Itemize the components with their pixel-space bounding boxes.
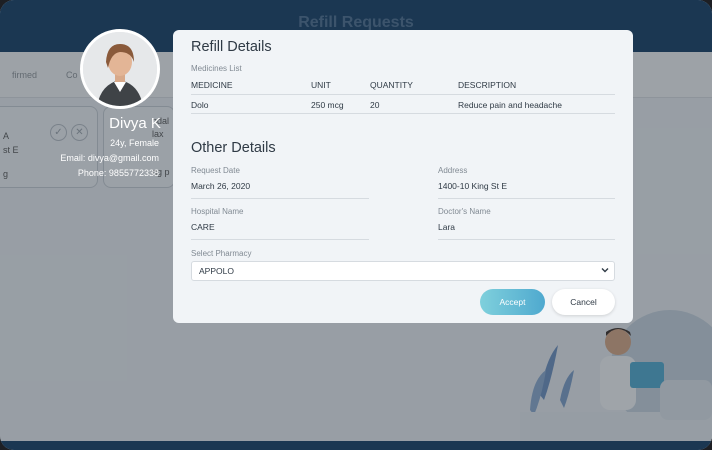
col-unit: UNIT: [311, 80, 331, 90]
patient-phone: Phone: 9855772338: [77, 168, 159, 178]
address-divider: [438, 198, 615, 199]
cell-medicine: Dolo: [191, 100, 209, 110]
hospital-divider: [191, 239, 369, 240]
col-quantity: QUANTITY: [370, 80, 413, 90]
doctor-divider: [438, 239, 615, 240]
request-date-divider: [191, 198, 369, 199]
pharmacy-select-value: APPOLO: [199, 266, 234, 276]
cell-unit: 250 mcg: [311, 100, 344, 110]
chevron-down-icon: [601, 268, 609, 273]
cell-quantity: 20: [370, 100, 380, 110]
modal-title: Refill Details: [191, 39, 272, 55]
patient-age-gender: 24y, Female: [110, 138, 159, 148]
patient-email: Email: divya@gmail.com: [60, 153, 159, 163]
accept-button[interactable]: Accept: [480, 289, 545, 315]
refill-details-modal: Refill Details Medicines List MEDICINE U…: [173, 30, 633, 323]
pharmacy-select[interactable]: APPOLO: [191, 261, 615, 281]
address-label: Address: [438, 166, 468, 175]
cell-description: Reduce pain and headache: [458, 100, 562, 110]
table-row-divider: [191, 113, 615, 114]
hospital-name-value: CARE: [191, 222, 215, 232]
request-date-label: Request Date: [191, 166, 240, 175]
address-value: 1400-10 King St E: [438, 181, 507, 191]
cancel-button[interactable]: Cancel: [552, 289, 615, 315]
col-description: DESCRIPTION: [458, 80, 517, 90]
doctor-name-value: Lara: [438, 222, 456, 232]
app-frame: Refill Requests firmed Co A st E g ✓ ✕ n…: [0, 0, 712, 450]
request-date-value: March 26, 2020: [191, 181, 251, 191]
other-details-title: Other Details: [191, 140, 276, 156]
col-medicine: MEDICINE: [191, 80, 233, 90]
patient-name: Divya K: [109, 115, 161, 132]
patient-avatar: [80, 29, 160, 109]
medicines-list-label: Medicines List: [191, 64, 242, 73]
doctor-name-label: Doctor's Name: [438, 207, 491, 216]
select-pharmacy-label: Select Pharmacy: [191, 249, 252, 258]
hospital-name-label: Hospital Name: [191, 207, 244, 216]
table-header-divider: [191, 94, 615, 95]
